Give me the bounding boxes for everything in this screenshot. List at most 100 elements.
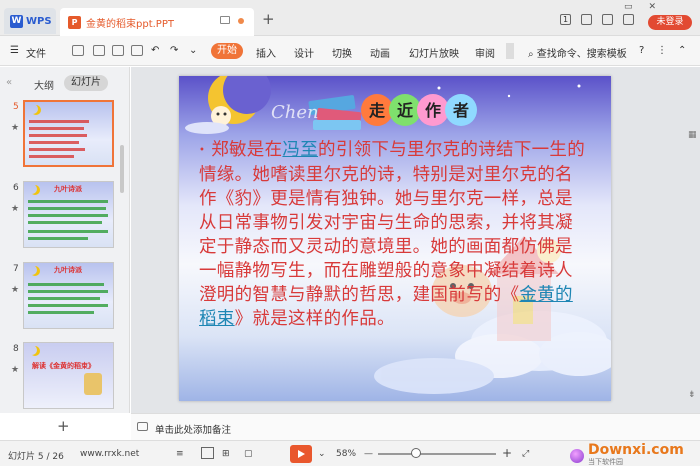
tab-transition[interactable]: 切换 [332,45,352,60]
title-bar: W WPS P 金黄的稻束ppt.PPT + 1 ▭ ✕ 未登录 [0,0,700,36]
redo-icon[interactable]: ↷ [170,45,178,56]
moon-icon [27,345,37,355]
next-slide-icon[interactable]: ⇟ [688,390,696,400]
menu-bar: ☰ 文件 ↶ ↷ ⌄ 开始 插入 设计 切换 动画 幻灯片放映 审阅 ⌕ 查找命… [0,36,700,66]
gift-icon[interactable] [623,14,634,25]
fit-window-icon[interactable]: ⤢ [522,449,529,459]
document-tab-label: 金黄的稻束ppt.PPT [86,18,174,30]
close-window-icon[interactable]: ✕ [649,2,657,12]
collapse-ribbon-icon[interactable]: ⌃ [678,45,686,56]
body-text-middle: 的引领下与里尔克的诗结下一生的情缘。她嗜读里尔克的诗，特别是对里尔克的名作《豹》… [199,140,586,305]
settings-icon[interactable]: ⋮ [657,45,667,56]
page-badge[interactable]: 1 [560,14,571,25]
more-icon[interactable]: ⌄ [189,45,197,56]
menu-icon[interactable]: ☰ [10,45,19,56]
title-char: 走 [368,101,385,120]
preview-icon[interactable] [131,45,143,56]
zoom-out-button[interactable]: — [364,449,373,459]
wps-home-tab[interactable]: W WPS [4,8,56,34]
slide-panel: « 大纲 幻灯片 5 ★ 6 ★ 九叶诗派 7 ★ 九叶诗派 8 ★ 解读《金黄… [0,67,130,435]
tab-insert[interactable]: 插入 [256,45,276,60]
document-tab[interactable]: P 金黄的稻束ppt.PPT [60,8,254,36]
tab-animation[interactable]: 动画 [370,45,390,60]
normal-view-icon[interactable] [201,447,214,459]
monitor-icon[interactable] [220,16,230,24]
command-search-label: 查找命令、搜索模板 [536,49,627,60]
slide-number: 8 [13,344,19,354]
undo-icon[interactable]: ↶ [151,45,159,56]
tab-start[interactable]: 开始 [211,43,243,59]
tab-slideshow[interactable]: 幻灯片放映 [409,45,459,60]
minimize-icon[interactable]: ▭ [624,2,633,12]
slide-thumbnail-title: 九叶诗派 [54,266,82,274]
watermark-logo-icon [570,449,584,463]
wps-logo-icon: W [10,14,23,28]
slide-thumbnail-6[interactable]: 九叶诗派 [23,181,114,248]
slide-counter: 幻灯片 5 / 26 [8,452,64,462]
body-text-end: 》就是这样的作品。 [234,308,395,329]
ppt-file-icon: P [68,15,81,29]
moon-icon [28,104,38,114]
tab-scroll-button[interactable] [506,43,514,59]
slide-thumbnail-7[interactable]: 九叶诗派 [23,262,114,329]
slide-thumbnail-8[interactable]: 解读《金黄的稻束》 [23,342,114,409]
bullet-icon: • [199,144,206,156]
tab-outline[interactable]: 大纲 [34,77,54,92]
tab-slides[interactable]: 幻灯片 [64,75,108,91]
animation-star-icon: ★ [11,365,20,375]
slide-thumbnail-title: 九叶诗派 [54,185,82,193]
moon-icon [27,184,37,194]
notes-toggle-icon[interactable]: ≡ [176,449,184,459]
collapse-panel-button[interactable]: « [6,77,12,88]
notes-bar[interactable]: 单击此处添加备注 [131,413,700,440]
moon-icon [27,265,37,275]
slide-number: 6 [13,183,19,193]
cursive-decoration-text: Chen [271,102,319,123]
panel-scrollbar[interactable] [120,145,124,193]
slide-number: 7 [13,264,19,274]
export-icon[interactable] [93,45,105,56]
search-icon: ⌕ [528,49,534,60]
notes-icon [137,422,148,431]
zoom-in-button[interactable]: + [502,446,512,460]
watermark-brand: Downxi.com [588,442,684,458]
wheat-image [84,373,102,395]
help-button[interactable]: ? [639,45,644,56]
zoom-slider[interactable] [378,453,496,455]
new-tab-button[interactable]: + [262,12,275,27]
reading-view-icon[interactable]: ▢ [244,449,253,459]
zoom-slider-handle[interactable] [411,448,421,458]
animation-star-icon: ★ [11,285,20,295]
tab-review[interactable]: 审阅 [475,45,495,60]
grid-icon[interactable] [581,14,592,25]
slide-number: 5 [13,102,19,112]
print-icon[interactable] [112,45,124,56]
watermark: Downxi.com 当下软件园 [570,442,684,468]
body-link-fengzhi[interactable]: 冯至 [282,140,318,160]
slide-thumbnail-5[interactable] [23,100,114,167]
login-button[interactable]: 未登录 [648,15,692,30]
title-char: 近 [397,101,413,120]
play-slideshow-button[interactable] [290,445,312,463]
site-label: www.rrxk.net [80,449,140,459]
tab-design[interactable]: 设计 [294,45,314,60]
moon-illustration [185,76,271,134]
add-slide-button[interactable]: + [57,417,70,435]
unsaved-dot-icon [238,18,244,24]
skin-icon[interactable] [602,14,613,25]
command-search[interactable]: ⌕ 查找命令、搜索模板 [528,45,627,60]
slide-canvas[interactable]: 走 近 作 者 Chen • 郑敏是在冯至的引领下与里尔克的诗结下一生的情缘。她嗜… [179,76,611,401]
animation-star-icon: ★ [11,204,20,214]
slide-body-text[interactable]: • 郑敏是在冯至的引领下与里尔克的诗结下一生的情缘。她嗜读里尔克的诗，特别是对里尔… [199,138,589,331]
side-tool-icon[interactable]: ▦ [688,130,697,140]
title-char: 作 [425,101,441,120]
play-options-icon[interactable]: ⌄ [318,449,326,459]
wps-tab-label: WPS [26,15,52,27]
canvas-right-tools: ▦ ⇟ [688,80,697,400]
file-menu[interactable]: 文件 [26,45,46,60]
slide-thumbnail-title: 解读《金黄的稻束》 [32,362,95,370]
title-char: 者 [452,101,469,120]
zoom-level[interactable]: 58% [336,449,356,459]
sorter-view-icon[interactable]: ⊞ [222,449,230,459]
save-icon[interactable] [72,45,84,56]
